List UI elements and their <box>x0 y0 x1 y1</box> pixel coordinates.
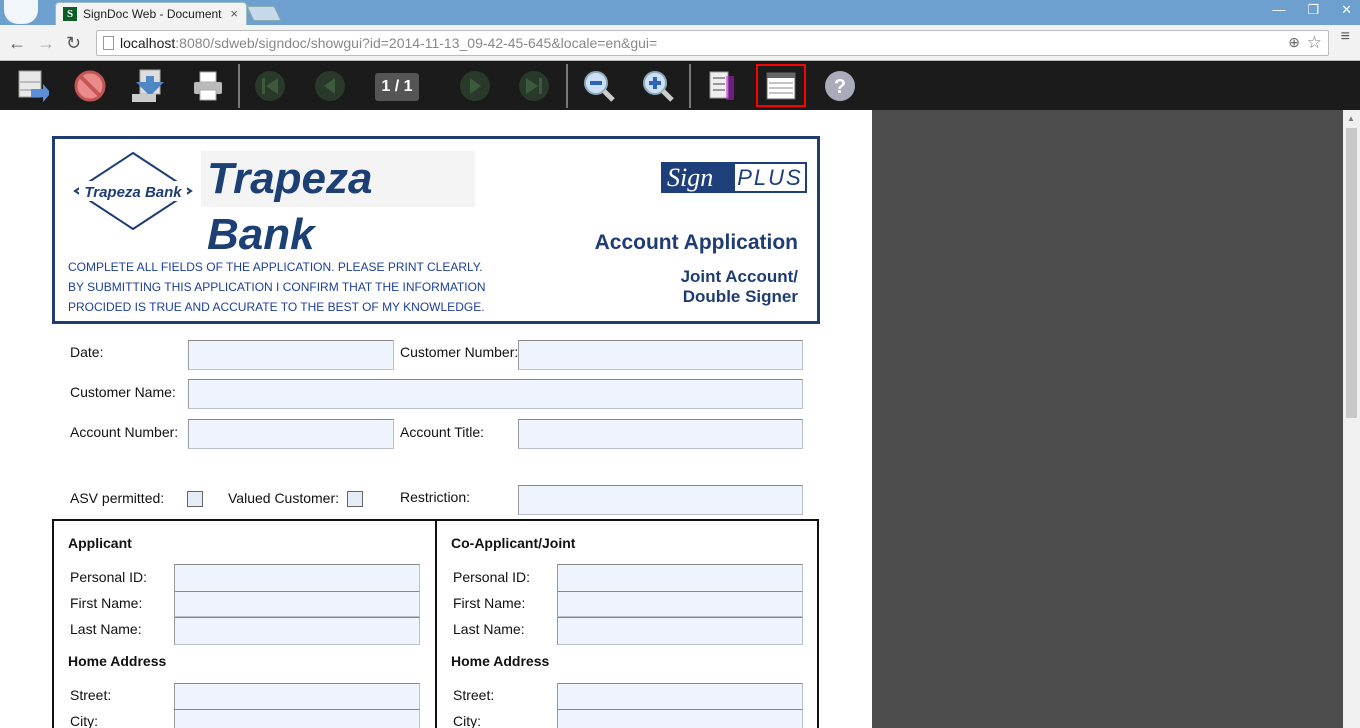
applicants-panel: Applicant Personal ID: First Name: Last … <box>52 519 819 728</box>
restore-icon[interactable]: ❐ <box>1307 2 1319 18</box>
logo-text: Trapeza Bank <box>84 184 182 201</box>
bookmark-star-icon[interactable]: ☆ <box>1307 33 1322 53</box>
coapplicant-city-label: City: <box>453 713 481 728</box>
fit-width-icon[interactable] <box>698 65 746 107</box>
account-title-label: Account Title: <box>400 424 485 440</box>
save-icon[interactable] <box>7 65 55 107</box>
scroll-up-icon[interactable]: ▲ <box>1347 114 1355 123</box>
coapplicant-personal-id-label: Personal ID: <box>453 569 531 585</box>
date-field[interactable] <box>188 340 394 370</box>
asv-permitted-label: ASV permitted: <box>70 490 165 506</box>
applicant-home-address-title: Home Address <box>68 653 167 669</box>
new-tab-button[interactable] <box>246 6 282 21</box>
panel-divider <box>435 521 437 728</box>
next-page-icon[interactable] <box>451 65 499 107</box>
trapeza-logo: Trapeza Bank <box>69 151 197 231</box>
close-tab-icon[interactable]: × <box>230 6 238 21</box>
print-icon[interactable] <box>184 65 232 107</box>
toolbar-separator <box>238 64 240 108</box>
user-profile-icon[interactable] <box>4 0 38 24</box>
previous-page-icon[interactable] <box>306 65 354 107</box>
url-text: localhost:8080/sdweb/signdoc/showgui?id=… <box>120 35 658 51</box>
browser-titlebar: S SignDoc Web - Document × — ❐ ✕ <box>0 0 1360 26</box>
window-controls: — ❐ ✕ <box>1272 2 1352 18</box>
restriction-field[interactable] <box>518 485 803 515</box>
browser-navbar: ← → ↻ localhost:8080/sdweb/signdoc/showg… <box>0 25 1360 61</box>
toolbar-separator <box>689 64 691 108</box>
applicant-personal-id-field[interactable] <box>174 564 420 592</box>
coapplicant-first-name-label: First Name: <box>453 595 526 611</box>
coapplicant-personal-id-field[interactable] <box>557 564 803 592</box>
coapplicant-first-name-field[interactable] <box>557 591 803 617</box>
coapplicant-last-name-field[interactable] <box>557 617 803 645</box>
applicant-city-field[interactable] <box>174 709 420 728</box>
asv-permitted-checkbox[interactable] <box>187 491 203 507</box>
scrollbar-thumb[interactable] <box>1346 128 1357 418</box>
address-bar[interactable]: localhost:8080/sdweb/signdoc/showgui?id=… <box>96 30 1329 56</box>
customer-number-label: Customer Number: <box>400 344 519 360</box>
signdoc-toolbar: 1 / 1 ? <box>0 61 1360 110</box>
form-header: Trapeza Bank Trapeza Bank Sign PLUS COMPL… <box>52 136 820 324</box>
signdoc-favicon-icon: S <box>63 7 77 21</box>
reload-icon[interactable]: ↻ <box>66 33 81 54</box>
vertical-scrollbar[interactable]: ▲ <box>1343 110 1360 728</box>
date-label: Date: <box>70 344 104 360</box>
svg-text:?: ? <box>834 76 846 98</box>
applicant-street-label: Street: <box>70 687 112 703</box>
form-title: Account Application <box>594 231 798 254</box>
coapplicant-last-name-label: Last Name: <box>453 621 525 637</box>
form-subtitle: Joint Account/Double Signer <box>680 267 798 306</box>
browser-menu-icon[interactable]: ≡ <box>1341 29 1350 45</box>
last-page-icon[interactable] <box>510 65 558 107</box>
zoom-in-icon[interactable] <box>634 65 682 107</box>
restriction-label: Restriction: <box>400 489 471 505</box>
valued-customer-checkbox[interactable] <box>347 491 363 507</box>
account-title-field[interactable] <box>518 419 803 449</box>
page-indicator[interactable]: 1 / 1 <box>375 73 419 101</box>
applicant-personal-id-label: Personal ID: <box>70 569 148 585</box>
minimize-icon[interactable]: — <box>1272 2 1285 18</box>
window-close-icon[interactable]: ✕ <box>1341 2 1352 18</box>
customer-name-field[interactable] <box>188 379 803 409</box>
valued-customer-label: Valued Customer: <box>228 490 340 506</box>
applicant-first-name-label: First Name: <box>70 595 143 611</box>
applicant-first-name-field[interactable] <box>174 591 420 617</box>
form-view-icon[interactable] <box>756 64 806 107</box>
download-icon[interactable] <box>124 65 172 107</box>
back-icon[interactable]: ← <box>8 33 26 54</box>
cancel-icon[interactable] <box>66 65 114 107</box>
toolbar-separator <box>566 64 568 108</box>
applicant-city-label: City: <box>70 713 98 728</box>
account-number-field[interactable] <box>188 419 394 449</box>
coapplicant-city-field[interactable] <box>557 709 803 728</box>
zoom-indicator-icon[interactable]: ⊕ <box>1288 34 1300 51</box>
applicant-last-name-label: Last Name: <box>70 621 142 637</box>
tab-signdoc[interactable]: S SignDoc Web - Document × <box>55 2 247 26</box>
instructions-text: COMPLETE ALL FIELDS OF THE APPLICATION. … <box>68 260 486 314</box>
applicant-last-name-field[interactable] <box>174 617 420 645</box>
account-number-label: Account Number: <box>70 424 179 440</box>
bank-name: Trapeza Bank <box>201 151 475 259</box>
document-page: Trapeza Bank Trapeza Bank Sign PLUS COMPL… <box>0 110 872 728</box>
coapplicant-title: Co-Applicant/Joint <box>451 535 576 551</box>
help-icon[interactable]: ? <box>816 65 864 107</box>
first-page-icon[interactable] <box>246 65 294 107</box>
forward-icon[interactable]: → <box>37 33 55 54</box>
applicant-title: Applicant <box>68 535 132 551</box>
page-icon <box>103 36 114 50</box>
coapplicant-street-label: Street: <box>453 687 495 703</box>
signplus-logo: Sign PLUS <box>661 162 807 193</box>
viewer-background <box>872 110 1343 728</box>
customer-name-label: Customer Name: <box>70 384 176 400</box>
coapplicant-home-address-title: Home Address <box>451 653 550 669</box>
coapplicant-street-field[interactable] <box>557 683 803 711</box>
customer-number-field[interactable] <box>518 340 803 370</box>
applicant-street-field[interactable] <box>174 683 420 711</box>
zoom-out-icon[interactable] <box>575 65 623 107</box>
tab-title: SignDoc Web - Document <box>83 7 222 21</box>
